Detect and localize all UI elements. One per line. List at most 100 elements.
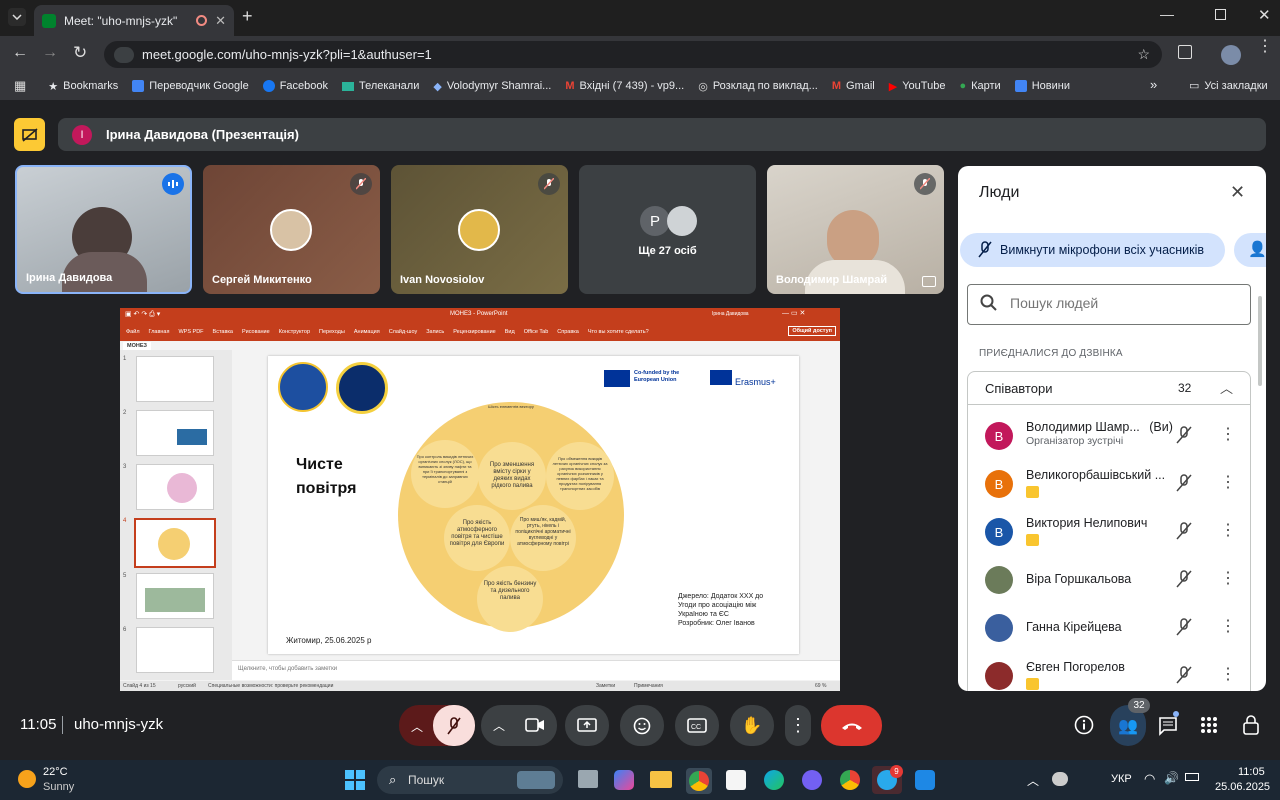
apps-grid-icon[interactable]: ▦ xyxy=(14,78,26,94)
tray-overflow-icon[interactable]: ︿ xyxy=(1027,772,1039,789)
mic-toggle-button[interactable] xyxy=(433,705,475,746)
ppt-menu-item[interactable]: WPS PDF xyxy=(178,329,203,335)
weather-temp[interactable]: 22°C xyxy=(43,766,68,778)
more-participants-tile[interactable]: P Ще 27 осіб xyxy=(579,165,756,294)
presentation-off-icon[interactable] xyxy=(14,118,45,151)
reload-icon[interactable]: ↻ xyxy=(73,43,87,63)
new-tab-icon[interactable]: + xyxy=(242,6,253,27)
reactions-button[interactable] xyxy=(620,705,664,746)
mic-off-icon[interactable] xyxy=(1176,426,1192,449)
minimize-icon[interactable]: — xyxy=(1160,6,1174,22)
more-options-button[interactable]: ⋮ xyxy=(785,705,811,746)
app-icon[interactable] xyxy=(915,770,935,790)
participant-row[interactable]: В Володимир Шамр... (Ви) Організатор зус… xyxy=(958,412,1266,460)
mic-off-icon[interactable] xyxy=(1176,570,1192,593)
host-controls-icon[interactable] xyxy=(1242,714,1260,741)
mic-options-chevron-icon[interactable]: ︿ xyxy=(411,718,423,735)
bookmark-item[interactable]: ◎ Розклад по виклад... xyxy=(698,80,818,93)
close-panel-icon[interactable]: ✕ xyxy=(1230,182,1245,203)
start-windows-icon[interactable] xyxy=(345,770,365,790)
status-accessibility[interactable]: Специальные возможности: проверьте реком… xyxy=(208,683,333,689)
more-options-icon[interactable]: ⋮ xyxy=(1220,520,1236,540)
ppt-menu-item[interactable]: Файл xyxy=(126,329,140,335)
ppt-menu-item[interactable]: Office Tab xyxy=(524,329,549,335)
ppt-menu-item[interactable]: Запись xyxy=(426,329,444,335)
more-options-icon[interactable]: ⋮ xyxy=(1220,664,1236,684)
mic-off-icon[interactable] xyxy=(1176,666,1192,689)
ppt-menu-item[interactable]: Конструктор xyxy=(279,329,310,335)
ppt-menu-item[interactable]: Справка xyxy=(557,329,579,335)
mic-off-icon[interactable] xyxy=(1176,474,1192,497)
mic-off-icon[interactable] xyxy=(1176,522,1192,545)
notes-pane[interactable]: Щелкните, чтобы добавить заметки xyxy=(232,660,840,680)
viber-icon[interactable] xyxy=(802,770,822,790)
profile-avatar[interactable] xyxy=(1221,45,1241,65)
slide-thumbnail[interactable] xyxy=(136,573,214,619)
activities-grid-icon[interactable] xyxy=(1200,716,1218,739)
status-comments[interactable]: Примечания xyxy=(634,683,663,689)
bookmark-item[interactable]: M Вхідні (7 439) - vp9... xyxy=(565,80,684,92)
slide-thumbnail[interactable] xyxy=(136,464,214,510)
participant-tile[interactable]: Володимир Шамрай xyxy=(767,165,944,294)
taskbar-search[interactable]: ⌕ Пошук xyxy=(377,766,563,794)
chrome-profile-icon[interactable] xyxy=(840,770,860,790)
camera-options-chevron-icon[interactable]: ︿ xyxy=(493,717,505,734)
slide-thumbnail[interactable] xyxy=(136,410,214,456)
input-language[interactable]: УКР xyxy=(1111,773,1132,785)
status-zoom[interactable]: 69 % xyxy=(815,683,826,689)
slide-thumbnail-selected[interactable] xyxy=(134,518,216,568)
meeting-info-icon[interactable] xyxy=(1074,715,1094,740)
ppt-share-button[interactable]: Общий доступ xyxy=(788,326,836,336)
bookmark-item[interactable]: Телеканали xyxy=(342,80,419,92)
store-icon[interactable] xyxy=(726,770,746,790)
copilot-icon[interactable] xyxy=(614,770,634,790)
file-explorer-icon[interactable] xyxy=(650,771,672,788)
wifi-icon[interactable]: ◠ xyxy=(1144,771,1155,787)
restore-icon[interactable] xyxy=(1215,9,1226,20)
volume-icon[interactable]: 🔊 xyxy=(1164,771,1179,785)
search-people-input[interactable] xyxy=(1010,295,1230,311)
all-bookmarks[interactable]: ▭ Усі закладки xyxy=(1189,79,1268,93)
slide-thumbnail[interactable] xyxy=(136,356,214,402)
site-info-icon[interactable] xyxy=(114,46,134,63)
status-notes[interactable]: Заметки xyxy=(596,683,615,689)
more-bookmarks-icon[interactable]: » xyxy=(1150,77,1157,92)
bookmark-item[interactable]: Новини xyxy=(1014,80,1070,92)
ppt-file-tab[interactable]: МОНЕЗ xyxy=(123,342,151,350)
participant-row[interactable]: В Виктория Нелипович ⋮ xyxy=(958,508,1266,556)
address-bar[interactable]: meet.google.com/uho-mnjs-yzk?pli=1&authu… xyxy=(104,41,1162,68)
mute-all-button[interactable]: Вимкнути мікрофони всіх учасників xyxy=(960,233,1225,267)
bookmark-item[interactable]: ▶ YouTube xyxy=(889,80,946,93)
close-window-icon[interactable]: ✕ xyxy=(1258,6,1271,24)
mic-off-icon[interactable] xyxy=(1176,618,1192,641)
back-icon[interactable]: ← xyxy=(12,44,28,62)
slide-canvas[interactable]: Co-funded by the European Union Erasmus+… xyxy=(268,356,799,654)
add-people-button[interactable]: 👤+ xyxy=(1234,233,1266,267)
participant-tile[interactable]: Ivan Novosiolov xyxy=(391,165,568,294)
edge-icon[interactable] xyxy=(764,770,784,790)
collapse-chevron-icon[interactable]: ︿ xyxy=(1220,378,1233,397)
ppt-menu-item[interactable]: Слайд-шоу xyxy=(389,329,418,335)
ppt-menu-item[interactable]: Вид xyxy=(505,329,515,335)
task-view-icon[interactable] xyxy=(578,770,598,788)
bookmark-item[interactable]: Переводчик Google xyxy=(132,80,249,92)
bookmark-item[interactable]: ● Карти xyxy=(959,80,1000,92)
tab-close-icon[interactable]: ✕ xyxy=(215,13,226,29)
clock-time[interactable]: 11:05 xyxy=(1238,766,1265,778)
extensions-icon[interactable] xyxy=(1178,45,1192,59)
bookmark-star-icon[interactable]: ☆ xyxy=(1137,46,1150,63)
bookmark-item[interactable]: M Gmail xyxy=(832,80,875,92)
participant-tile[interactable]: Ірина Давидова xyxy=(15,165,192,294)
bookmark-item[interactable]: ◆ Volodymyr Shamrai... xyxy=(433,80,551,93)
more-options-icon[interactable]: ⋮ xyxy=(1220,472,1236,492)
participant-row[interactable]: Євген Погорелов ⋮ xyxy=(958,652,1266,691)
ppt-menu-item[interactable]: Переходы xyxy=(319,329,345,335)
ppt-menu-item[interactable]: Анимация xyxy=(354,329,380,335)
more-options-icon[interactable]: ⋮ xyxy=(1220,616,1236,636)
forward-icon[interactable]: → xyxy=(42,44,58,62)
ppt-menu-item[interactable]: Рецензирование xyxy=(453,329,495,335)
pip-icon[interactable] xyxy=(922,276,936,287)
search-people-field[interactable] xyxy=(967,284,1251,325)
raise-hand-button[interactable]: ✋ xyxy=(730,705,774,746)
more-options-icon[interactable]: ⋮ xyxy=(1220,568,1236,588)
